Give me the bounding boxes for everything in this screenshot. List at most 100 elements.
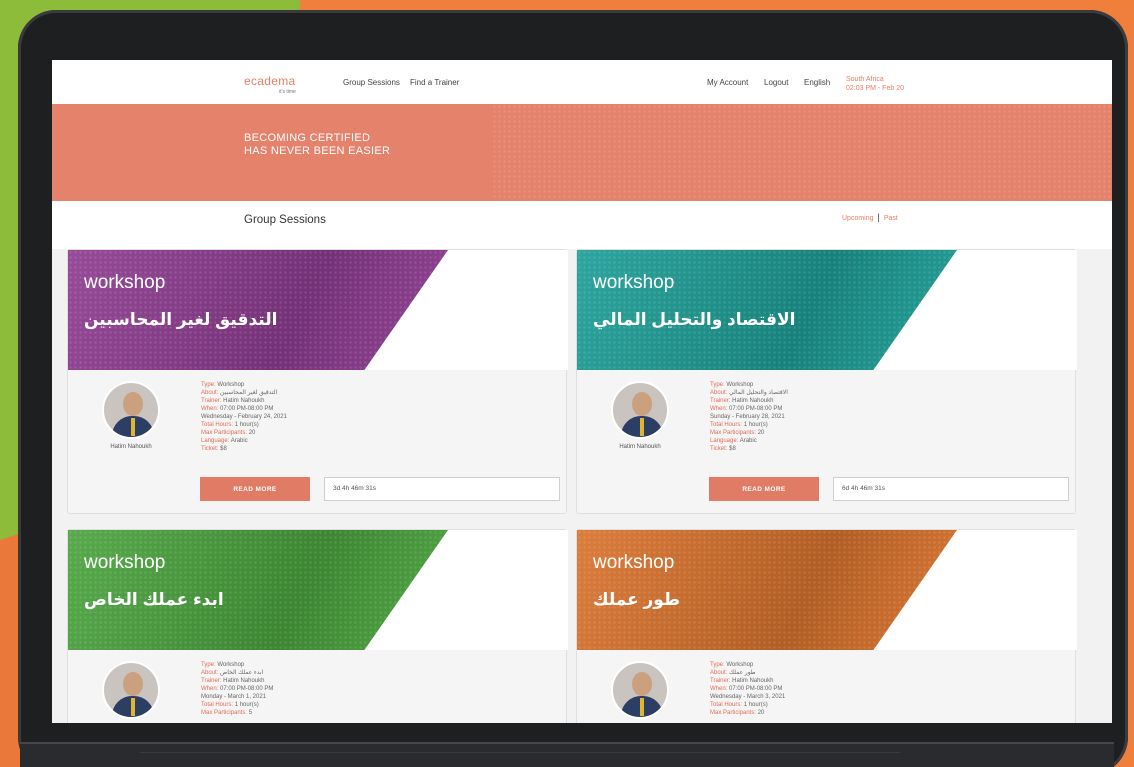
when-label: When: <box>710 406 728 412</box>
hero-headline: BECOMING CERTIFIED HAS NEVER BEEN EASIER <box>244 132 390 158</box>
date-value: Wednesday - February 24, 2021 <box>201 414 287 420</box>
avatar[interactable] <box>611 381 669 439</box>
max-participants-value: 20 <box>248 430 256 436</box>
ticket-value: $8 <box>729 446 736 452</box>
type-value: Workshop <box>217 382 245 388</box>
when-label: When: <box>201 406 219 412</box>
max-participants-value: 20 <box>757 710 765 716</box>
location-country: South Africa <box>846 76 884 83</box>
laptop-screen: ecadema it's time Group Sessions Find a … <box>52 60 1112 723</box>
max-participants-label: Max Participants: <box>201 430 248 436</box>
when-value: 07:00 PM-08:00 PM <box>729 406 783 412</box>
avatar[interactable] <box>102 661 160 719</box>
card-banner[interactable]: workshop ابدء عملك الخاص <box>68 530 568 650</box>
hours-value: 1 hour(s) <box>234 422 259 428</box>
hours-value: 1 hour(s) <box>234 702 259 708</box>
max-participants-value: 5 <box>248 710 253 716</box>
type-label: Type: <box>201 382 216 388</box>
max-participants-label: Max Participants: <box>710 430 757 436</box>
location-time[interactable]: South Africa 02:03 PM - Feb 20 <box>846 75 904 93</box>
session-card: workshop التدقيق لغير المحاسبين Hatim Na… <box>67 249 568 514</box>
laptop-hinge <box>140 752 900 762</box>
hero-line-1: BECOMING CERTIFIED <box>244 132 371 144</box>
type-label: Type: <box>201 662 216 668</box>
type-value: Workshop <box>217 662 245 668</box>
type-value: Workshop <box>726 662 754 668</box>
hours-label: Total Hours: <box>201 422 234 428</box>
date-value: Wednesday - March 3, 2021 <box>710 694 786 700</box>
banner-type: workshop <box>593 552 675 573</box>
hours-label: Total Hours: <box>710 422 743 428</box>
language-value: Arabic <box>739 438 757 444</box>
about-label: About: <box>710 390 728 396</box>
when-value: 07:00 PM-08:00 PM <box>729 686 783 692</box>
trainer-label: Trainer: <box>710 398 731 404</box>
section-header: Group Sessions Upcoming | Past <box>52 201 1112 249</box>
nav-link-logout[interactable]: Logout <box>764 78 788 87</box>
banner-title: الاقتصاد والتحليل المالي <box>593 310 796 329</box>
location-clock: 02:03 PM - Feb 20 <box>846 85 904 92</box>
banner-type: workshop <box>84 552 166 573</box>
banner-type: workshop <box>593 272 675 293</box>
session-filter: Upcoming | Past <box>842 212 898 222</box>
banner-title: ابدء عملك الخاص <box>84 590 224 609</box>
about-value: الاقتصاد والتحليل المالي <box>729 390 788 396</box>
session-card: workshop ابدء عملك الخاص Type: Workshop … <box>67 529 568 723</box>
about-value: التدقيق لغير المحاسبين <box>220 390 278 396</box>
language-selector[interactable]: English <box>804 78 830 87</box>
session-details: Type: Workshop About: الاقتصاد والتحليل … <box>710 381 788 453</box>
language-label: Language: <box>710 438 739 444</box>
card-banner[interactable]: workshop الاقتصاد والتحليل المالي <box>577 250 1077 370</box>
read-more-button[interactable]: READ MORE <box>709 477 819 501</box>
filter-past[interactable]: Past <box>884 215 898 222</box>
avatar[interactable] <box>102 381 160 439</box>
type-label: Type: <box>710 382 725 388</box>
trainer-value: Hatim Nahoukh <box>223 678 265 684</box>
about-label: About: <box>201 670 219 676</box>
logo-tagline: it's time <box>279 89 296 95</box>
card-banner[interactable]: workshop التدقيق لغير المحاسبين <box>68 250 568 370</box>
card-banner[interactable]: workshop طور عملك <box>577 530 1077 650</box>
max-participants-value: 20 <box>757 430 765 436</box>
top-navbar: ecadema it's time Group Sessions Find a … <box>52 60 1112 104</box>
nav-link-group-sessions[interactable]: Group Sessions <box>343 78 400 87</box>
date-value: Monday - March 1, 2021 <box>201 694 267 700</box>
ticket-value: $8 <box>220 446 227 452</box>
site-logo[interactable]: ecadema <box>244 74 295 88</box>
session-details: Type: Workshop About: طور عملك Trainer: … <box>710 661 785 717</box>
type-label: Type: <box>710 662 725 668</box>
banner-title: طور عملك <box>593 590 680 609</box>
read-more-button[interactable]: READ MORE <box>200 477 310 501</box>
trainer-label: Trainer: <box>201 398 222 404</box>
countdown-timer: 3d 4h 46m 31s <box>324 477 560 501</box>
countdown-timer: 6d 4h 46m 31s <box>833 477 1069 501</box>
hero-banner: BECOMING CERTIFIED HAS NEVER BEEN EASIER <box>52 104 1112 201</box>
nav-link-my-account[interactable]: My Account <box>707 78 748 87</box>
when-value: 07:00 PM-08:00 PM <box>220 686 274 692</box>
hours-label: Total Hours: <box>710 702 743 708</box>
trainer-name[interactable]: Hatim Nahoukh <box>607 444 673 450</box>
type-value: Workshop <box>726 382 754 388</box>
when-label: When: <box>201 686 219 692</box>
when-label: When: <box>710 686 728 692</box>
hero-line-2: HAS NEVER BEEN EASIER <box>244 145 391 157</box>
language-label: Language: <box>201 438 230 444</box>
nav-link-find-a-trainer[interactable]: Find a Trainer <box>410 78 459 87</box>
hours-label: Total Hours: <box>201 702 234 708</box>
about-label: About: <box>201 390 219 396</box>
session-card: workshop طور عملك Type: Workshop About: … <box>576 529 1077 723</box>
trainer-name[interactable]: Hatim Nahoukh <box>98 444 164 450</box>
page-title: Group Sessions <box>244 214 326 226</box>
ticket-label: Ticket: <box>201 446 219 452</box>
hours-value: 1 hour(s) <box>743 702 768 708</box>
trainer-value: Hatim Nahoukh <box>223 398 265 404</box>
hours-value: 1 hour(s) <box>743 422 768 428</box>
about-value: ابدء عملك الخاص <box>220 670 264 676</box>
trainer-label: Trainer: <box>710 678 731 684</box>
date-value: Sunday - February 28, 2021 <box>710 414 785 420</box>
session-details: Type: Workshop About: ابدء عملك الخاص Tr… <box>201 661 273 717</box>
avatar[interactable] <box>611 661 669 719</box>
max-participants-label: Max Participants: <box>201 710 248 716</box>
filter-upcoming[interactable]: Upcoming <box>842 215 874 222</box>
ticket-label: Ticket: <box>710 446 728 452</box>
